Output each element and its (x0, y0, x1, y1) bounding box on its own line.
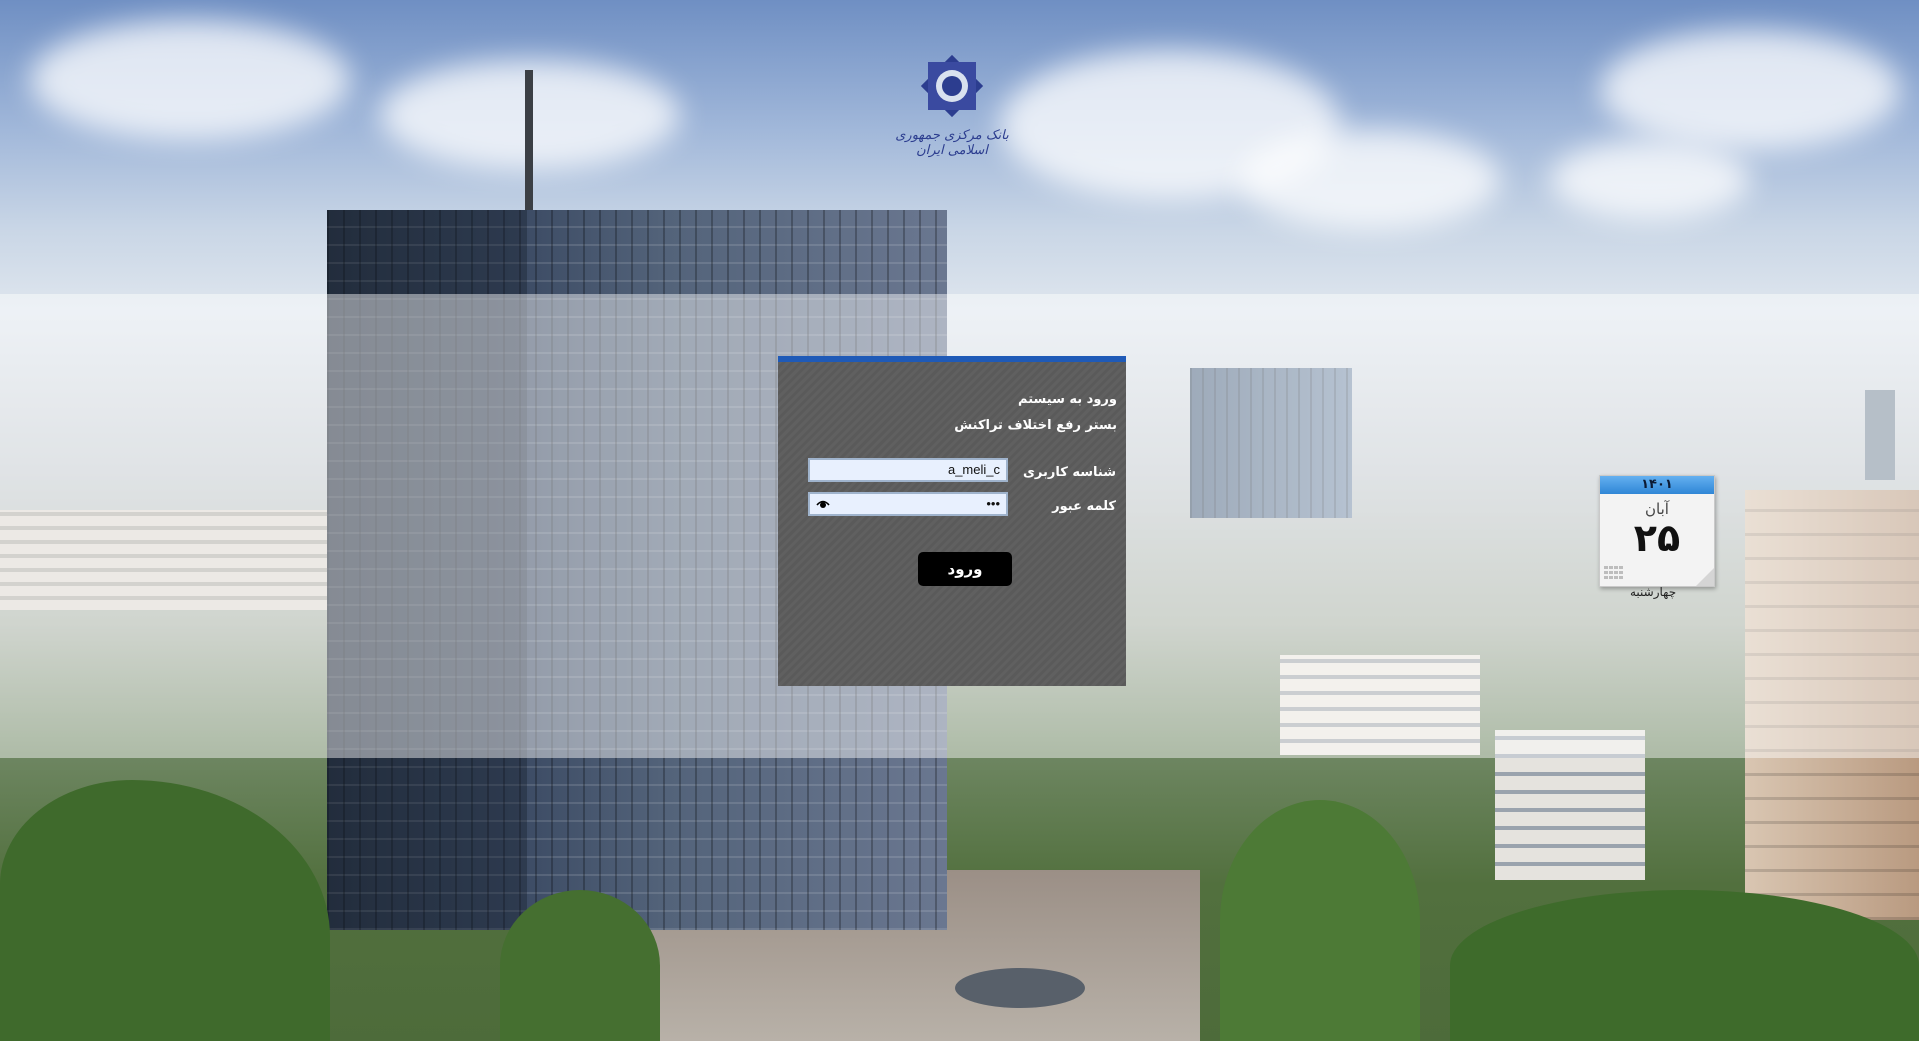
login-button[interactable]: ورود (918, 552, 1012, 586)
bank-logo: بانک مرکزی جمهوری اسلامی ایران (884, 48, 1020, 158)
calendar-day: ۲۵ (1633, 516, 1681, 560)
trees (0, 780, 330, 1041)
antenna (525, 70, 533, 210)
cloud (1240, 130, 1500, 230)
calendar-year: ۱۴۰۱ (1600, 476, 1714, 494)
cloud (1600, 30, 1900, 150)
login-subtitle: بستر رفع اختلاف تراکنش (954, 418, 1117, 433)
fountain (955, 968, 1085, 1008)
show-password-icon[interactable] (816, 498, 830, 510)
username-input[interactable]: a_meli_c (808, 458, 1008, 482)
trees (1220, 800, 1420, 1041)
password-label: کلمه عبور (1052, 499, 1116, 514)
login-panel: ورود به سیستم بستر رفع اختلاف تراکنش شنا… (778, 356, 1126, 686)
calendar-page-fold (1696, 568, 1714, 586)
calendar-widget: ۱۴۰۱ آبان ۲۵ (1599, 475, 1715, 587)
logo-caption: بانک مرکزی جمهوری اسلامی ایران (895, 128, 1009, 158)
username-label: شناسه کاربری (1023, 465, 1116, 480)
bank-emblem-icon (920, 54, 984, 118)
password-input[interactable]: ••• (808, 492, 1008, 516)
calendar-weekday: چهارشنبه (1630, 585, 1677, 599)
cloud (30, 20, 350, 140)
calendar-grid-icon (1604, 566, 1623, 579)
trees (1450, 890, 1919, 1041)
cloud (1550, 140, 1750, 220)
login-title: ورود به سیستم (1018, 392, 1117, 407)
trees (500, 890, 660, 1041)
